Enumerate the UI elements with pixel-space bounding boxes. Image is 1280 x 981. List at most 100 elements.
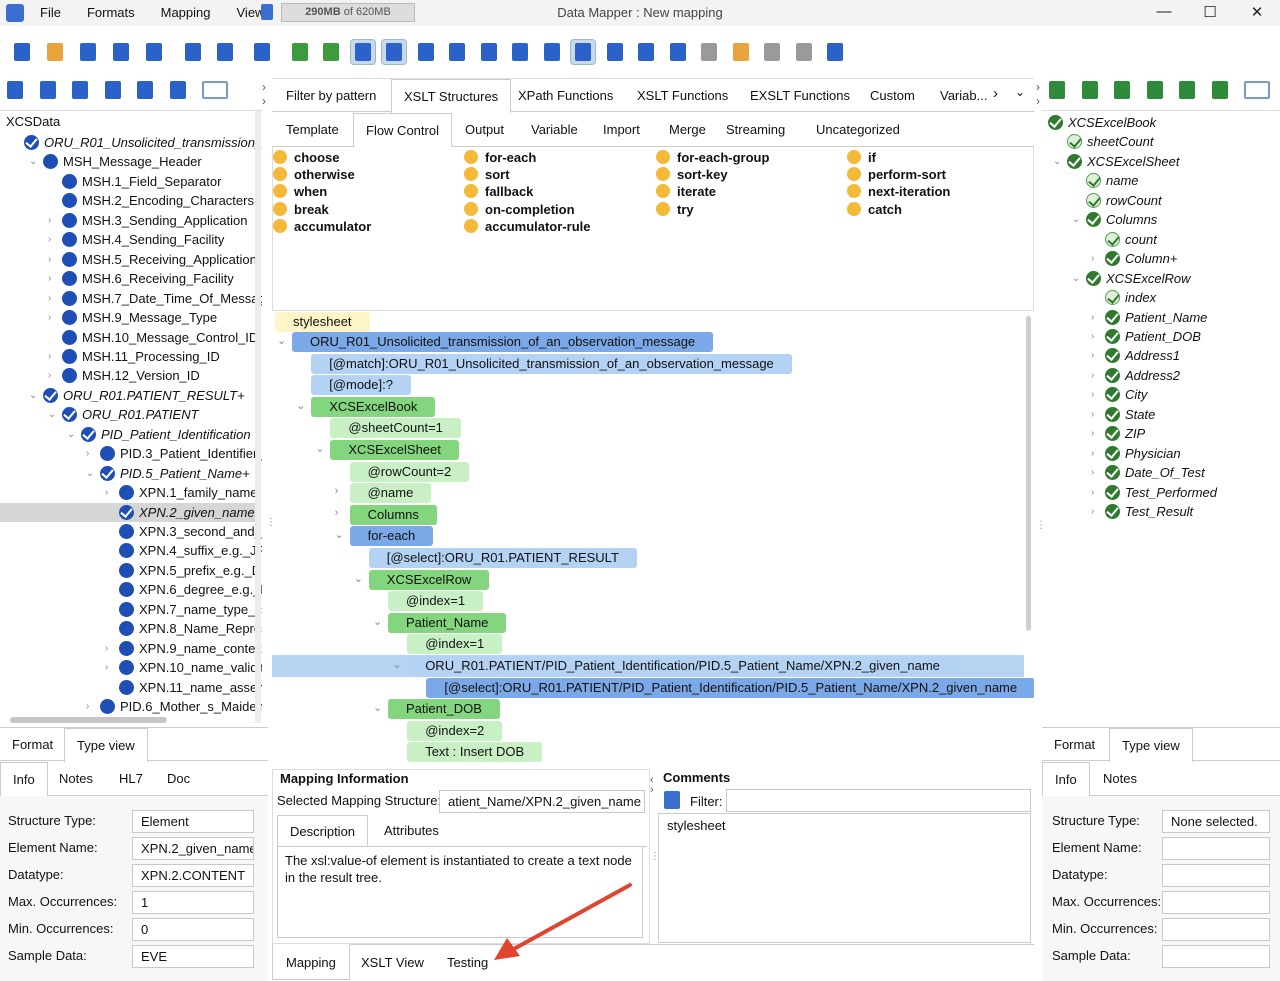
chevron-right-icon[interactable]: › (48, 366, 58, 385)
flow-item[interactable]: choose (273, 149, 340, 166)
tree-item[interactable]: rowCount (1086, 191, 1162, 210)
tree-item[interactable]: XPN.11_name_assembl (119, 678, 262, 697)
mapping-scrollbar[interactable] (1026, 316, 1031, 631)
tree-item[interactable]: index (1105, 288, 1156, 307)
chevron-down-icon[interactable]: ⌄ (29, 386, 39, 405)
tree-item[interactable]: › Date_Of_Test (1091, 463, 1205, 482)
collapse-icon[interactable] (792, 40, 816, 64)
tree-item[interactable]: › PID.6_Mother_s_Maiden_N (86, 697, 262, 716)
tab-function-category-2[interactable]: XPath Functions (506, 79, 625, 113)
chevron-down-icon[interactable]: ⌄ (86, 464, 96, 483)
right-chart-icon[interactable] (1144, 78, 1166, 102)
tab-attributes[interactable]: Attributes (372, 815, 451, 847)
tree-item[interactable]: ⌄ ORU_R01.PATIENT (48, 405, 199, 424)
tree-item[interactable]: › XPN.10_name_validity_ (105, 658, 262, 677)
chevron-down-icon[interactable]: ⌄ (67, 425, 77, 444)
redo-icon[interactable] (213, 40, 237, 64)
mapping-node[interactable]: @name (349, 483, 432, 504)
save-as-icon[interactable] (109, 40, 133, 64)
chevron-down-icon[interactable]: ⌄ (48, 405, 58, 424)
schema-icon[interactable] (540, 40, 564, 64)
xslt-icon[interactable] (445, 40, 469, 64)
right-zoom-icon[interactable] (1176, 78, 1198, 102)
paste-icon[interactable] (697, 40, 721, 64)
mapping-node[interactable]: @sheetCount=1 (330, 418, 461, 439)
tree-item[interactable]: ⌄ MSH_Message_Header (29, 152, 202, 171)
copy-icon[interactable] (666, 40, 690, 64)
tree-item[interactable]: › Patient_Name (1091, 308, 1207, 327)
tree-item[interactable]: › MSH.6_Receiving_Facility (48, 269, 234, 288)
flow-item[interactable]: sort-key (656, 166, 728, 183)
chevron-icon[interactable]: ⌄ (373, 615, 382, 628)
tree-item[interactable]: › MSH.7_Date_Time_Of_Message (48, 289, 262, 308)
splitter-mapping-comments[interactable]: ‹ › (650, 775, 654, 796)
minimize-button[interactable]: — (1154, 3, 1174, 23)
mapping-node[interactable]: stylesheet (275, 312, 370, 332)
flow-item[interactable]: break (273, 201, 329, 218)
property-value[interactable] (1162, 918, 1270, 941)
left-doc-icon[interactable] (4, 78, 26, 102)
mapping-node[interactable]: [@match]:ORU_R01_Unsolicited_transmissio… (311, 353, 792, 374)
chevron-right-icon[interactable]: › (1091, 308, 1101, 327)
right-settings-icon[interactable] (1209, 78, 1231, 102)
tree-item[interactable]: XPN.6_degree_e.g._MD (119, 580, 262, 599)
flow-item[interactable]: on-completion (464, 201, 575, 218)
tree-item[interactable]: › XPN.9_name_context (105, 639, 262, 658)
tree-item[interactable]: › Column+ (1091, 249, 1177, 268)
tab-xslt-structure-4[interactable]: Import (591, 113, 652, 147)
tabs-scroll-right-icon[interactable]: › (993, 85, 998, 102)
settings-mapping-icon[interactable] (319, 40, 343, 64)
flow-item[interactable]: catch (847, 201, 902, 218)
chevron-icon[interactable]: ⌄ (354, 572, 363, 585)
tree-item[interactable]: count (1105, 230, 1157, 249)
tab-right-format-1[interactable]: Type view (1109, 728, 1193, 763)
chevron-icon[interactable]: ⌄ (296, 399, 305, 412)
flow-item[interactable]: next-iteration (847, 183, 950, 200)
open-folder-icon[interactable] (43, 40, 67, 64)
left-chart-icon[interactable] (102, 78, 124, 102)
chevron-right-icon[interactable]: › (48, 230, 58, 249)
chevron-right-icon[interactable]: › (1091, 483, 1101, 502)
undo-icon[interactable] (181, 40, 205, 64)
tree-item[interactable]: ⌄ XCSExcelSheet (1053, 152, 1180, 171)
tree-item[interactable]: › City (1091, 385, 1147, 404)
tab-left-format-0[interactable]: Format (0, 728, 65, 762)
chevron-right-icon[interactable]: › (48, 269, 58, 288)
vertical-icon[interactable] (823, 40, 847, 64)
tree-item[interactable]: XPN.2_given_name (0, 502, 255, 522)
chevron-icon[interactable]: ⌄ (315, 442, 324, 455)
tree-item[interactable]: ⌄ XCSExcelRow (1072, 269, 1191, 288)
mapping-node[interactable]: Text : Insert DOB (407, 742, 543, 763)
left-settings-icon[interactable] (167, 78, 189, 102)
expand-icon[interactable] (760, 40, 784, 64)
chevron-down-icon[interactable]: ⌄ (1072, 269, 1082, 288)
chevron-right-icon[interactable]: › (86, 697, 96, 716)
tree-item[interactable]: ⌄ ORU_R01.PATIENT_RESULT+ (29, 386, 245, 405)
mapping-node[interactable]: ORU_R01.PATIENT/PID_Patient_Identificati… (407, 656, 958, 676)
mapping-node[interactable]: Columns (349, 504, 437, 525)
tree-item[interactable]: › XPN.1_family_name (105, 483, 258, 502)
xml-view-icon[interactable] (349, 39, 376, 65)
chart-icon[interactable] (414, 40, 438, 64)
right-search-icon[interactable] (1079, 78, 1101, 102)
chevron-right-icon[interactable]: › (1091, 249, 1101, 268)
tab-left-format-1[interactable]: Type view (64, 728, 148, 763)
close-button[interactable]: ✕ (1247, 3, 1267, 23)
flow-item[interactable]: try (656, 201, 694, 218)
tree-item[interactable]: › Physician (1091, 444, 1181, 463)
mapping-node[interactable]: Patient_Name (388, 612, 507, 633)
property-value[interactable] (1162, 864, 1270, 887)
tabs-dropdown-icon[interactable]: ⌄ (1015, 85, 1025, 99)
collapse-right-icon[interactable]: › › (1036, 80, 1040, 108)
left-calendar-icon[interactable] (69, 78, 91, 102)
chevron-right-icon[interactable]: › (48, 347, 58, 366)
new-file-icon[interactable] (10, 40, 34, 64)
vertical-scrollbar[interactable] (255, 111, 261, 723)
collapse-left-icon[interactable]: › › (262, 80, 266, 108)
mapping-node[interactable]: [@select]:ORU_R01.PATIENT/PID_Patient_Id… (426, 677, 1034, 698)
tab-function-category-6[interactable]: Variab... (928, 79, 999, 113)
flow-item[interactable]: for-each (464, 149, 536, 166)
mapping-node[interactable]: @index=1 (407, 634, 503, 655)
chevron-right-icon[interactable]: › (1091, 424, 1101, 443)
maximize-button[interactable]: ☐ (1200, 3, 1220, 23)
